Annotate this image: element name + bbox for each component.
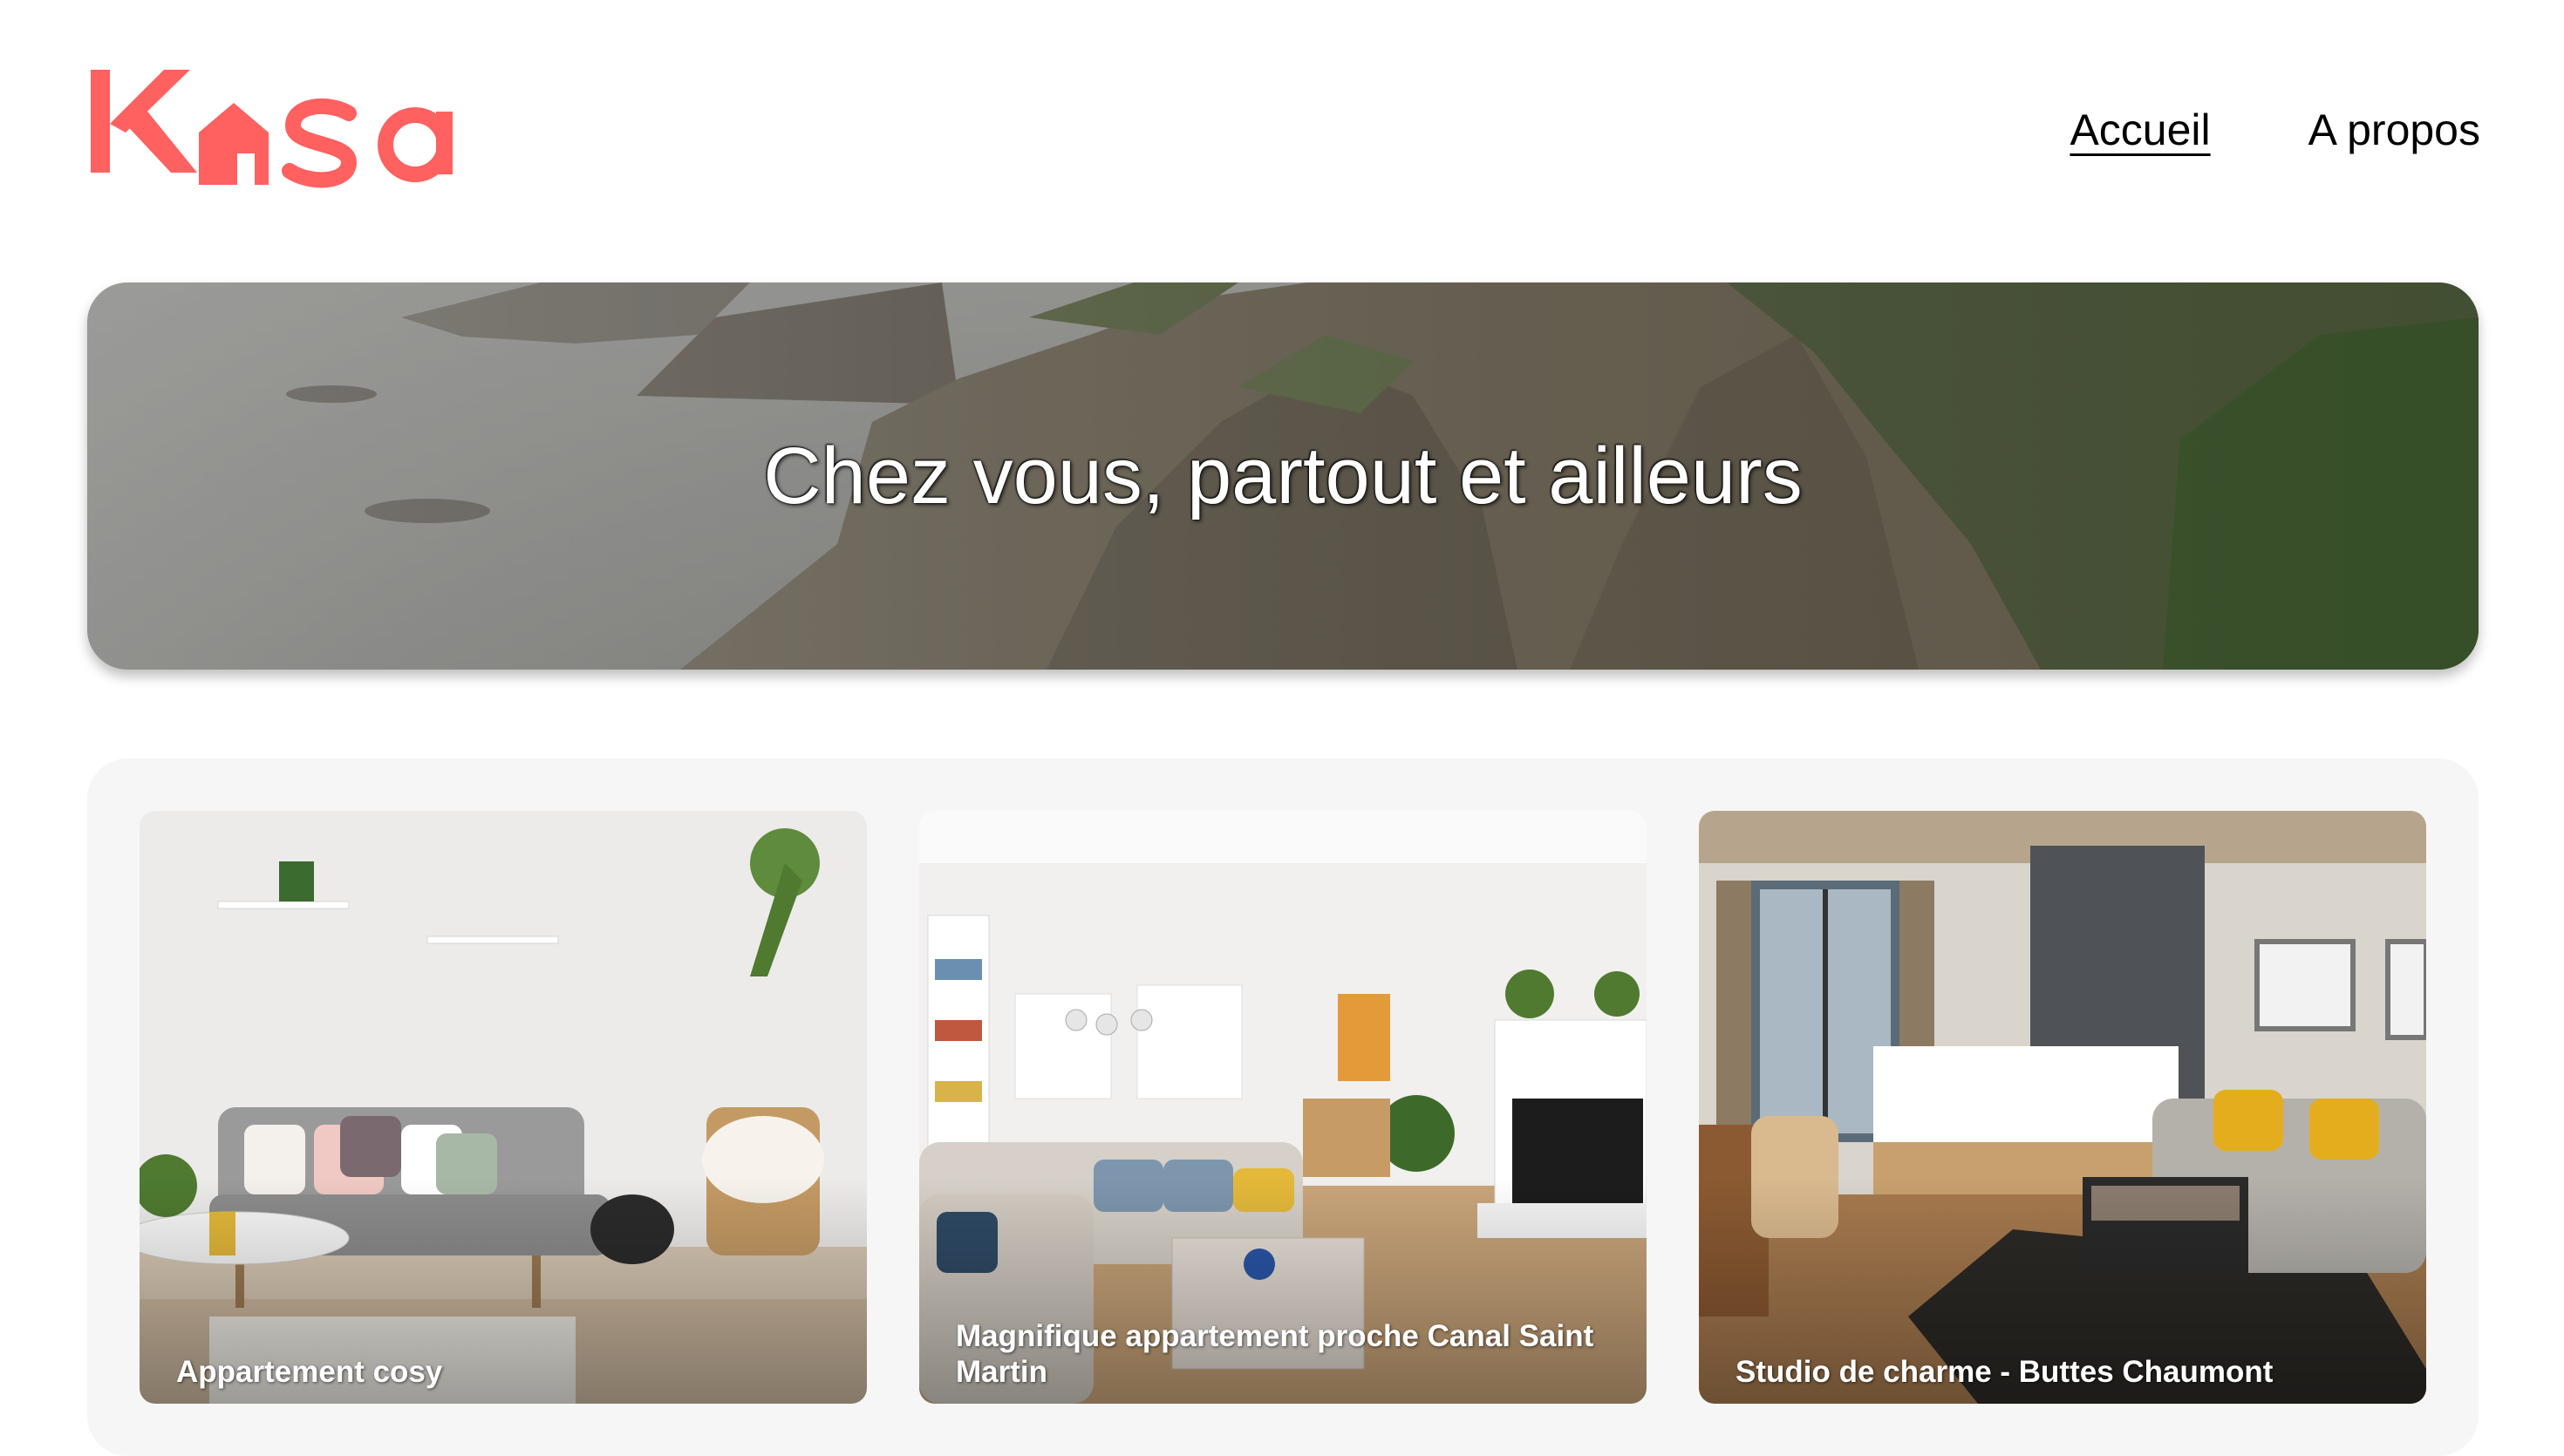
listing-card[interactable]: Appartement cosy [140,811,867,1404]
nav-link-accueil[interactable]: Accueil [2070,101,2210,159]
card-title: Studio de charme - Buttes Chaumont [1735,1355,2274,1389]
banner-title: Chez vous, partout et ailleurs [763,432,1803,520]
kasa-logo [91,70,453,188]
brand-name: Kasa [0,0,1,1]
site-header: Kasa Accueil A propos [0,0,2564,262]
nav-link-a-propos[interactable]: A propos [2308,101,2480,159]
listing-card[interactable]: Magnifique appartement proche Canal Sain… [919,811,1647,1404]
listings-gallery: Appartement cosy Magnifique appartement … [87,759,2479,1456]
hero-banner: Chez vous, partout et ailleurs [87,282,2479,670]
card-title: Magnifique appartement proche Canal Sain… [956,1319,1594,1389]
card-title: Appartement cosy [176,1355,443,1389]
listing-card[interactable]: Studio de charme - Buttes Chaumont [1699,811,2426,1404]
main-nav: Accueil A propos [2070,101,2480,159]
